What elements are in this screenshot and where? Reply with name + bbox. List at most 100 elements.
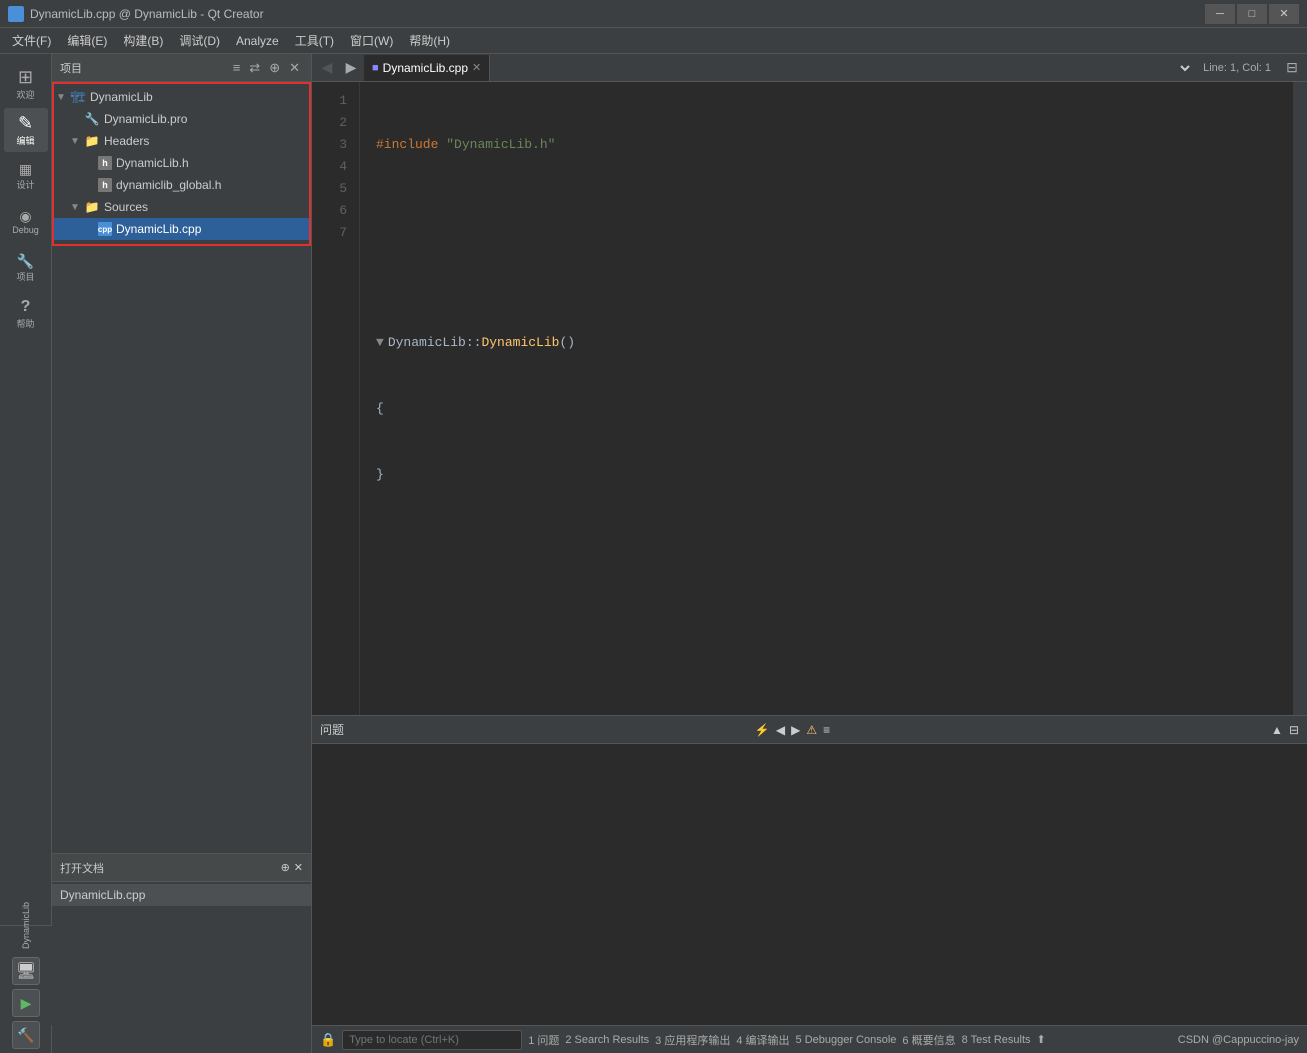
code-content[interactable]: #include "DynamicLib.h" ▼DynamicLib::Dyn… [360, 82, 1293, 715]
dynamiclib-global-h-label: dynamiclib_global.h [116, 178, 221, 192]
tree-item-dynamiclib-pro[interactable]: 🔧 DynamicLib.pro [52, 108, 311, 130]
statusbar-tab-search[interactable]: 2 Search Results [565, 1034, 649, 1046]
cpp-file-icon: cpp [98, 222, 112, 236]
help-icon: ? [21, 299, 31, 315]
build-button[interactable]: 🔨 [12, 1021, 40, 1049]
menu-debug[interactable]: 调试(D) [171, 28, 228, 53]
editor-scrollbar[interactable] [1293, 82, 1307, 715]
open-docs-expand-icon[interactable]: ⊕ [281, 861, 290, 874]
titlebar: DynamicLib.cpp @ DynamicLib - Qt Creator… [0, 0, 1307, 28]
code-line-6: } [376, 464, 1277, 486]
menu-tools[interactable]: 工具(T) [287, 28, 342, 53]
issues-expand-icon[interactable]: ▲ [1271, 723, 1283, 737]
headers-label: Headers [104, 134, 149, 148]
tree-item-dynamiclib-cpp[interactable]: cpp DynamicLib.cpp [52, 218, 311, 240]
tree-item-dynamiclib-global-h[interactable]: h dynamiclib_global.h [52, 174, 311, 196]
minimize-button[interactable]: ─ [1205, 4, 1235, 24]
project-panel: 项目 ≡ ⇄ ⊕ ✕ ▼ 🏗 DynamicLib [52, 54, 312, 1053]
statusbar-tab-issues[interactable]: 1 问题 [528, 1032, 559, 1048]
global-h-file-icon: h [98, 178, 112, 192]
kit-name-label: DynamicLib [21, 902, 31, 949]
close-panel-icon[interactable]: ✕ [286, 59, 303, 77]
line-numbers: 1 2 3 4 5 6 7 [312, 82, 360, 715]
sidebar-item-debug[interactable]: ◉ Debug [4, 200, 48, 244]
expand-panel-icon[interactable]: ⊕ [266, 59, 283, 77]
close-button[interactable]: ✕ [1269, 4, 1299, 24]
menu-build[interactable]: 构建(B) [115, 28, 171, 53]
menu-edit[interactable]: 编辑(E) [59, 28, 115, 53]
sidebar-label-help: 帮助 [16, 317, 34, 330]
statusbar-tab-compile[interactable]: 4 编译输出 [736, 1032, 789, 1048]
edit-icon: ✎ [18, 114, 33, 132]
fold-arrow-4[interactable]: ▼ [376, 335, 384, 350]
split-editor-button[interactable]: ⊟ [1281, 57, 1303, 79]
run-button[interactable]: ▶ [12, 989, 40, 1017]
statusbar: 🔒 1 问题 2 Search Results 3 应用程序输出 4 编译输出 … [312, 1025, 1307, 1053]
bottom-panel: 问题 ⚡ ◀ ▶ ⚠ ≡ ▲ ⊟ [312, 715, 1307, 1025]
tree-item-headers[interactable]: ▼ 📁 Headers [52, 130, 311, 152]
maximize-button[interactable]: □ [1237, 4, 1267, 24]
symbols-dropdown[interactable] [1157, 57, 1193, 79]
sidebar-label-design: 设计 [16, 178, 34, 191]
menu-analyze[interactable]: Analyze [228, 28, 287, 53]
issues-filter2-icon[interactable]: ≡ [823, 723, 830, 737]
open-docs-close-icon[interactable]: ✕ [294, 861, 303, 874]
statusbar-tab-app-output[interactable]: 3 应用程序输出 [655, 1032, 730, 1048]
menu-help[interactable]: 帮助(H) [401, 28, 458, 53]
issues-filter-icon[interactable]: ⚡ [755, 723, 770, 737]
sidebar-item-projects[interactable]: 🔧 项目 [4, 246, 48, 290]
line-num-3: 3 [312, 134, 347, 156]
headers-folder-icon: 📁 [84, 133, 100, 149]
issues-nav-prev[interactable]: ◀ [776, 723, 785, 737]
tree-item-sources[interactable]: ▼ 📁 Sources [52, 196, 311, 218]
editor-tab-dynamiclib-cpp[interactable]: ■ DynamicLib.cpp ✕ [364, 55, 490, 81]
open-docs-content: DynamicLib.cpp [52, 882, 311, 1053]
tab-close-button[interactable]: ✕ [472, 61, 481, 74]
pro-label: DynamicLib.pro [104, 112, 187, 126]
sync-icon[interactable]: ⇄ [246, 59, 263, 77]
window-controls: ─ □ ✕ [1205, 4, 1299, 24]
bottom-kit: DynamicLib 🖥 ▶ 🔨 [0, 925, 52, 1025]
arrow-dynamiclib: ▼ [56, 92, 70, 103]
sidebar-item-welcome[interactable]: ⊞ 欢迎 [4, 62, 48, 106]
statusbar-tab-debugger[interactable]: 5 Debugger Console [796, 1034, 897, 1046]
line-num-6: 6 [312, 200, 347, 222]
line-num-1: 1 [312, 90, 347, 112]
debug-icon: ◉ [19, 209, 31, 223]
tree-item-dynamiclib-root[interactable]: ▼ 🏗 DynamicLib [52, 86, 311, 108]
line-num-5: 5 [312, 178, 347, 200]
doc-item-label: DynamicLib.cpp [60, 888, 145, 902]
issues-nav-next[interactable]: ▶ [791, 723, 800, 737]
h-file-icon: h [98, 156, 112, 170]
issues-close-icon[interactable]: ⊟ [1289, 723, 1299, 737]
open-doc-item[interactable]: DynamicLib.cpp [52, 884, 311, 906]
statusbar-tab-arrow[interactable]: ⬆ [1037, 1033, 1046, 1046]
welcome-icon: ⊞ [18, 68, 33, 86]
root-icon: 🏗 [70, 89, 86, 105]
sidebar-item-design[interactable]: ▦ 设计 [4, 154, 48, 198]
tree-item-dynamiclib-h[interactable]: h DynamicLib.h [52, 152, 311, 174]
line-num-2: 2 [312, 112, 347, 134]
statusbar-tab-overview[interactable]: 6 概要信息 [902, 1032, 955, 1048]
projects-icon: 🔧 [17, 254, 34, 268]
menu-file[interactable]: 文件(F) [4, 28, 59, 53]
open-docs-panel: 打开文档 ⊕ ✕ DynamicLib.cpp [52, 853, 311, 1053]
kit-monitor-icon[interactable]: 🖥 [12, 957, 40, 985]
nav-back-button[interactable]: ◀ [316, 57, 338, 79]
statusbar-right: CSDN @Cappuccino-jay [1178, 1034, 1299, 1046]
line-num-4: 4 [312, 156, 347, 178]
sidebar-item-edit[interactable]: ✎ 编辑 [4, 108, 48, 152]
menu-window[interactable]: 窗口(W) [342, 28, 401, 53]
statusbar-lock-icon: 🔒 [320, 1032, 336, 1048]
locate-input[interactable] [342, 1030, 522, 1050]
code-line-7 [376, 530, 1277, 552]
project-panel-header: 项目 ≡ ⇄ ⊕ ✕ [52, 54, 311, 82]
filter-icon[interactable]: ≡ [230, 59, 244, 77]
issues-warning-icon: ⚠ [806, 723, 817, 737]
pro-file-icon: 🔧 [84, 111, 100, 127]
tab-file-icon: ■ [372, 62, 379, 74]
statusbar-tab-test[interactable]: 8 Test Results [962, 1034, 1031, 1046]
sidebar-item-help[interactable]: ? 帮助 [4, 292, 48, 336]
nav-forward-button[interactable]: ▶ [340, 57, 362, 79]
watermark-text: CSDN @Cappuccino-jay [1178, 1034, 1299, 1046]
